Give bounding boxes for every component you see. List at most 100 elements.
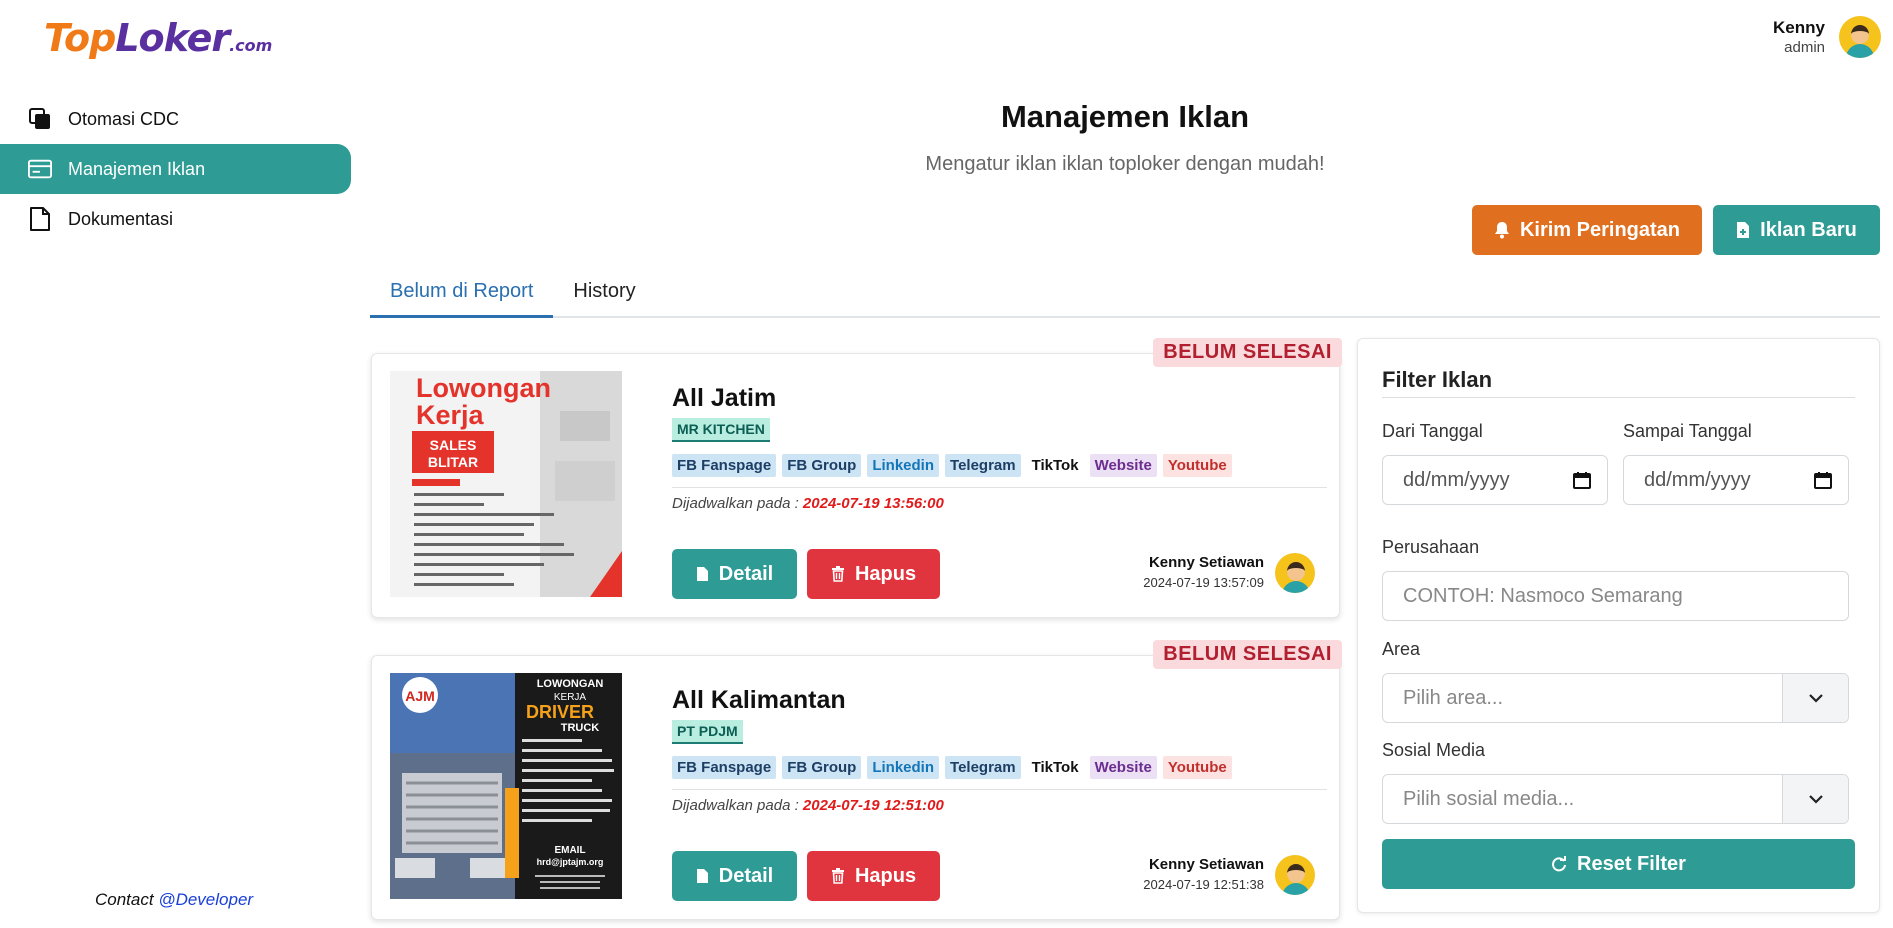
company-badge: PT PDJM <box>672 720 743 744</box>
schedule-time: 2024-07-19 12:51:00 <box>802 797 944 814</box>
tag-tiktok: TikTok <box>1026 454 1084 477</box>
social-media-select[interactable]: Pilih sosial media... <box>1382 774 1849 824</box>
user-name: Kenny <box>1773 18 1825 37</box>
document-icon <box>696 567 708 581</box>
delete-button[interactable]: Hapus <box>807 851 940 901</box>
tab-bar: Belum di Report History <box>370 272 1880 318</box>
document-icon <box>696 869 708 883</box>
creator-info: Kenny Setiawan 2024-07-19 13:57:09 <box>1143 554 1264 590</box>
divider <box>672 789 1327 790</box>
svg-text:hrd@jptajm.org: hrd@jptajm.org <box>537 857 604 867</box>
creator-avatar <box>1275 553 1315 593</box>
refresh-icon <box>1552 856 1567 872</box>
chevron-down-icon <box>1808 794 1823 804</box>
tag-telegram: Telegram <box>945 756 1021 779</box>
sidebar-item-label: Otomasi CDC <box>68 108 180 129</box>
toploker-logo[interactable]: TopLoker.com <box>44 16 272 60</box>
calendar-icon[interactable] <box>1573 471 1591 489</box>
send-warning-label: Kirim Peringatan <box>1519 218 1681 241</box>
area-label: Area <box>1382 639 1421 659</box>
developer-link[interactable]: @Developer <box>158 890 253 909</box>
delete-button[interactable]: Hapus <box>807 549 940 599</box>
page-subtitle: Mengatur iklan iklan toploker dengan mud… <box>925 153 1325 175</box>
svg-text:AJM: AJM <box>405 688 435 704</box>
social-media-label: Sosial Media <box>1382 740 1486 760</box>
company-filter-placeholder: CONTOH: Nasmoco Semarang <box>1403 584 1683 607</box>
delete-label: Hapus <box>854 562 917 585</box>
social-media-dropdown-toggle[interactable] <box>1782 775 1848 823</box>
company-badge: MR KITCHEN <box>672 418 770 442</box>
user-menu[interactable]: Kenny admin <box>1773 16 1881 58</box>
schedule-label: Dijadwalkan pada : <box>672 495 803 512</box>
creator-name: Kenny Setiawan <box>1148 554 1264 571</box>
created-at: 2024-07-19 12:51:38 <box>1143 877 1264 892</box>
status-badge: BELUM SELESAI <box>1153 640 1342 669</box>
ad-poster-image[interactable]: AJM LOWONGAN KERJA DRIVER TRUCK EMAIL hr… <box>390 673 622 899</box>
sidebar-item-label: Manajemen Iklan <box>68 158 206 179</box>
svg-text:SALES: SALES <box>430 437 477 453</box>
reset-filter-label: Reset Filter <box>1577 852 1686 875</box>
schedule-text: Dijadwalkan pada : 2024-07-19 13:56:00 <box>672 495 944 512</box>
tag-youtube: Youtube <box>1162 454 1232 477</box>
status-badge: BELUM SELESAI <box>1153 338 1342 367</box>
from-date-input[interactable]: dd/mm/yyyy <box>1382 455 1608 505</box>
tag-linkedin: Linkedin <box>867 454 940 477</box>
new-ad-button[interactable]: Iklan Baru <box>1713 205 1880 255</box>
detail-label: Detail <box>718 864 774 887</box>
delete-label: Hapus <box>854 864 917 887</box>
ad-title: All Kalimantan <box>672 686 846 714</box>
schedule-text: Dijadwalkan pada : 2024-07-19 12:51:00 <box>672 797 944 814</box>
detail-button[interactable]: Detail <box>672 851 797 901</box>
page-title: Manajemen Iklan <box>1000 99 1250 134</box>
tag-youtube: Youtube <box>1162 756 1232 779</box>
sidebar-item-manajemen-iklan[interactable]: Manajemen Iklan <box>0 144 351 194</box>
sidebar-nav: Otomasi CDC Manajemen Iklan Dokumentasi <box>0 94 351 244</box>
reset-filter-button[interactable]: Reset Filter <box>1382 839 1855 889</box>
schedule-label: Dijadwalkan pada : <box>672 797 803 814</box>
svg-text:EMAIL: EMAIL <box>554 845 585 856</box>
copy-icon <box>28 106 52 132</box>
sidebar-item-otomasi-cdc[interactable]: Otomasi CDC <box>0 94 351 144</box>
tag-fb-group: FB Group <box>782 454 862 477</box>
tag-linkedin: Linkedin <box>867 756 940 779</box>
ad-poster-image[interactable]: Lowongan Kerja SALES BLITAR <box>390 371 622 597</box>
social-tags: FB Fanspage FB Group Linkedin Telegram T… <box>672 756 1238 779</box>
sidebar-item-dokumentasi[interactable]: Dokumentasi <box>0 194 351 244</box>
from-date-label: Dari Tanggal <box>1382 421 1483 441</box>
tag-fb-fanspage: FB Fanspage <box>672 454 777 477</box>
avatar[interactable] <box>1839 16 1881 58</box>
company-filter-input[interactable]: CONTOH: Nasmoco Semarang <box>1382 571 1849 621</box>
ad-card: BELUM SELESAI AJM LOWONGAN KERJA DRIVER … <box>371 640 1342 920</box>
creator-name: Kenny Setiawan <box>1148 856 1264 873</box>
file-icon <box>28 206 52 232</box>
divider <box>1382 397 1855 398</box>
contact-prefix: Contact <box>95 890 159 909</box>
sidebar-item-label: Dokumentasi <box>68 208 174 229</box>
social-media-placeholder: Pilih sosial media... <box>1403 787 1575 810</box>
ad-title: All Jatim <box>672 384 777 412</box>
calendar-icon[interactable] <box>1814 471 1832 489</box>
area-dropdown-toggle[interactable] <box>1782 674 1848 722</box>
file-plus-icon <box>1737 222 1750 238</box>
card-icon <box>28 156 52 182</box>
detail-button[interactable]: Detail <box>672 549 797 599</box>
tab-belum-di-report[interactable]: Belum di Report <box>370 272 554 318</box>
created-at: 2024-07-19 13:57:09 <box>1143 575 1264 590</box>
svg-text:DRIVER: DRIVER <box>526 702 594 722</box>
social-tags: FB Fanspage FB Group Linkedin Telegram T… <box>672 454 1238 477</box>
to-date-label: Sampai Tanggal <box>1623 421 1752 441</box>
tag-telegram: Telegram <box>945 454 1021 477</box>
from-date-value: dd/mm/yyyy <box>1403 468 1510 491</box>
logo-loker-text: Loker <box>115 16 230 60</box>
svg-text:Lowongan: Lowongan <box>416 373 551 403</box>
tag-fb-fanspage: FB Fanspage <box>672 756 777 779</box>
divider <box>672 487 1327 488</box>
tab-history[interactable]: History <box>553 272 655 316</box>
user-role: admin <box>1784 39 1825 56</box>
send-warning-button[interactable]: Kirim Peringatan <box>1472 205 1702 255</box>
to-date-input[interactable]: dd/mm/yyyy <box>1623 455 1849 505</box>
new-ad-label: Iklan Baru <box>1760 218 1857 241</box>
area-select[interactable]: Pilih area... <box>1382 673 1849 723</box>
logo-top-text: Top <box>44 16 116 60</box>
company-filter-label: Perusahaan <box>1382 537 1480 557</box>
